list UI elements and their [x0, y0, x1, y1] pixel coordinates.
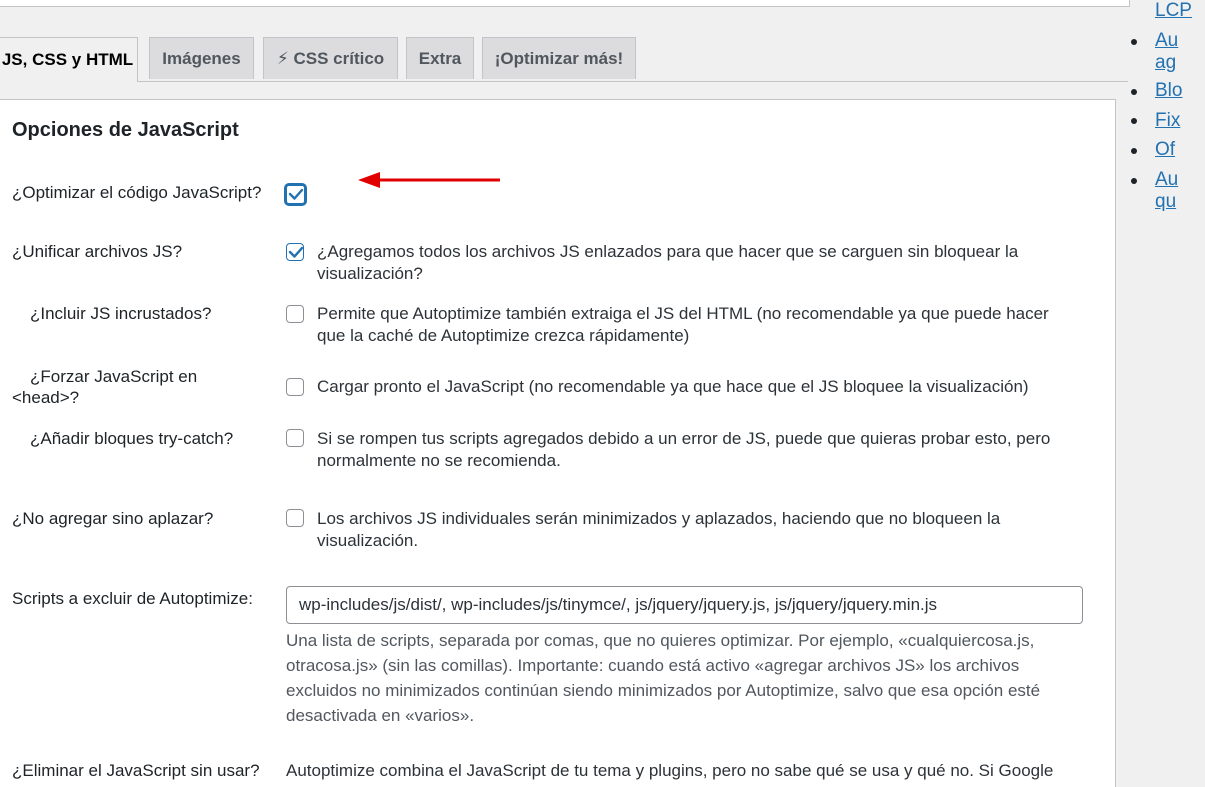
aggregate-js-description-1: ¿Agregamos todos los archivos JS enlazad…	[317, 242, 1019, 261]
aggregate-js-label: ¿Unificar archivos JS?	[12, 242, 183, 261]
tab-critical-css[interactable]: ⚡ CSS crítico	[263, 37, 398, 79]
top-box	[0, 0, 1130, 7]
defer-only-label: ¿No agregar sino aplazar?	[12, 509, 214, 528]
checkmark-icon	[288, 246, 304, 258]
sidebar-link[interactable]: ag	[1155, 52, 1176, 74]
try-catch-checkbox[interactable]	[286, 429, 304, 447]
checkmark-icon	[288, 188, 304, 200]
section-title: Opciones de JavaScript	[12, 119, 239, 141]
defer-only-checkbox[interactable]	[286, 509, 304, 527]
bullet-icon	[1131, 118, 1137, 124]
tab-extra[interactable]: Extra	[406, 37, 474, 79]
sidebar-link[interactable]: Fix	[1155, 110, 1180, 132]
try-catch-label: ¿Añadir bloques try-catch?	[30, 429, 234, 448]
tab-label: Imágenes	[162, 48, 241, 68]
sidebar-link[interactable]: LCP	[1155, 0, 1192, 22]
optimize-js-label: ¿Optimizar el código JavaScript?	[12, 183, 262, 202]
tab-label: Extra	[418, 48, 462, 68]
help-line: otracosa.js» (sin las comillas). Importa…	[286, 656, 1020, 675]
remove-unused-label: ¿Eliminar el JavaScript sin usar?	[12, 761, 260, 780]
exclude-scripts-label: Scripts a excluir de Autoptimize:	[12, 589, 253, 608]
include-inline-description-2: que la caché de Autoptimize crezca rápid…	[317, 326, 690, 345]
tab-images[interactable]: Imágenes	[149, 37, 254, 79]
help-line: Una lista de scripts, separada por comas…	[286, 631, 1035, 650]
sidebar-link[interactable]: Blo	[1155, 80, 1182, 102]
tab-js-css-html[interactable]: JS, CSS y HTML	[0, 37, 138, 82]
remove-unused-description: Autoptimize combina el JavaScript de tu …	[286, 761, 1054, 780]
sidebar-link[interactable]: Of	[1155, 139, 1175, 161]
include-inline-checkbox[interactable]	[286, 305, 304, 323]
settings-page: JS, CSS y HTML Imágenes ⚡ CSS crítico Ex…	[0, 0, 1205, 787]
help-line: desactivada en «varios».	[286, 706, 475, 725]
exclude-scripts-help: Una lista de scripts, separada por comas…	[286, 628, 1086, 728]
sidebar-link[interactable]: qu	[1155, 191, 1176, 213]
force-head-label-2: <head>?	[12, 388, 80, 407]
tab-label: ⚡ CSS crítico	[276, 48, 385, 68]
try-catch-description-1: Si se rompen tus scripts agregados debid…	[317, 429, 1051, 448]
sidebar-link[interactable]: Au	[1155, 169, 1178, 191]
include-inline-description-1: Permite que Autoptimize también extraiga…	[317, 304, 1049, 323]
bullet-icon	[1131, 39, 1137, 45]
bullet-icon	[1131, 148, 1137, 154]
bullet-icon	[1131, 89, 1137, 95]
try-catch-description-2: normalmente no se recomienda.	[317, 451, 561, 470]
tab-bar: JS, CSS y HTML Imágenes ⚡ CSS crítico Ex…	[0, 37, 1128, 82]
force-head-checkbox[interactable]	[286, 378, 304, 396]
tab-label: ¡Optimizar más!	[494, 48, 624, 68]
force-head-description: Cargar pronto el JavaScript (no recomend…	[317, 377, 1029, 396]
defer-only-description-2: visualización.	[317, 531, 419, 550]
help-line: excluidos no minimizados continúan siend…	[286, 681, 1041, 700]
bullet-icon	[1131, 178, 1137, 184]
include-inline-label: ¿Incluir JS incrustados?	[30, 304, 212, 323]
exclude-scripts-input[interactable]: wp-includes/js/dist/, wp-includes/js/tin…	[286, 586, 1083, 624]
optimize-js-checkbox[interactable]	[285, 184, 306, 205]
defer-only-description-1: Los archivos JS individuales serán minim…	[317, 509, 1001, 528]
sidebar-link[interactable]: Au	[1155, 30, 1178, 52]
aggregate-js-checkbox[interactable]	[286, 243, 304, 261]
tab-label: JS, CSS y HTML	[1, 50, 134, 69]
aggregate-js-description-2: visualización?	[317, 264, 423, 283]
tab-optimize-more[interactable]: ¡Optimizar más!	[482, 37, 636, 79]
force-head-label-1: ¿Forzar JavaScript en	[30, 367, 198, 386]
annotation-arrow-icon	[358, 172, 500, 188]
